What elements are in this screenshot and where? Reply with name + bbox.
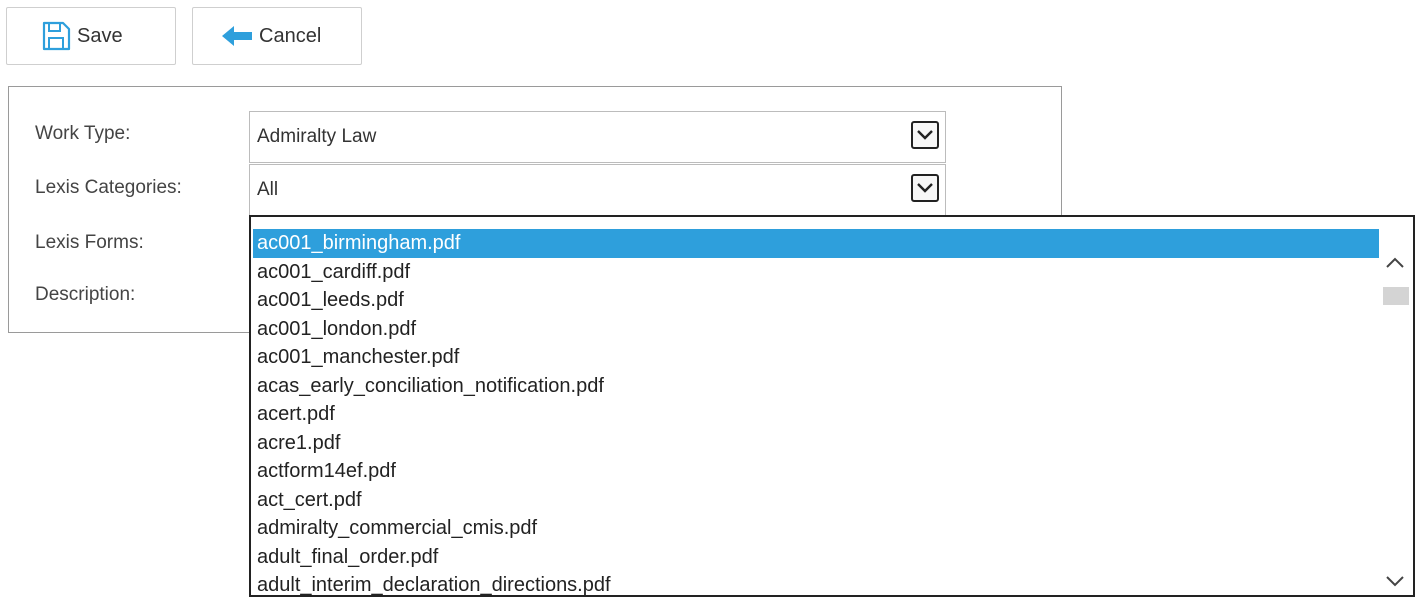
list-item[interactable]: ac001_manchester.pdf xyxy=(253,343,1379,372)
list-item[interactable]: actform14ef.pdf xyxy=(253,457,1379,486)
scroll-thumb[interactable] xyxy=(1383,287,1409,305)
chevron-down-icon[interactable] xyxy=(1385,571,1405,591)
list-item[interactable]: ac001_cardiff.pdf xyxy=(253,258,1379,287)
cancel-label: Cancel xyxy=(259,24,322,47)
list-item[interactable]: act_cert.pdf xyxy=(253,486,1379,515)
chevron-down-icon[interactable] xyxy=(911,121,939,149)
work-type-value: Admiralty Law xyxy=(257,126,377,147)
lexis-categories-label: Lexis Categories: xyxy=(35,177,182,198)
chevron-up-icon[interactable] xyxy=(1385,252,1405,272)
description-label: Description: xyxy=(35,284,136,305)
list-item[interactable]: ac001_birmingham.pdf xyxy=(253,229,1379,258)
list-item[interactable]: admiralty_commercial_cmis.pdf xyxy=(253,514,1379,543)
list-item[interactable]: acert.pdf xyxy=(253,400,1379,429)
list-item[interactable]: acre1.pdf xyxy=(253,429,1379,458)
list-item[interactable]: ac001_london.pdf xyxy=(253,315,1379,344)
scrollbar[interactable] xyxy=(1379,245,1411,595)
list-item[interactable]: acas_early_conciliation_notification.pdf xyxy=(253,372,1379,401)
lexis-categories-select[interactable]: All xyxy=(249,164,946,216)
work-type-label: Work Type: xyxy=(35,123,131,144)
lexis-forms-options: ac001_birmingham.pdf ac001_cardiff.pdf ac0… xyxy=(253,229,1379,595)
arrow-left-icon xyxy=(221,25,253,47)
lexis-categories-value: All xyxy=(257,179,279,200)
save-button[interactable]: Save xyxy=(6,7,176,65)
lexis-forms-dropdown[interactable]: ac001_birmingham.pdf ac001_cardiff.pdf ac0… xyxy=(249,215,1415,597)
cancel-button[interactable]: Cancel xyxy=(192,7,362,65)
list-item[interactable]: ac001_leeds.pdf xyxy=(253,286,1379,315)
list-item[interactable]: adult_interim_declaration_directions.pdf xyxy=(253,571,1379,595)
save-label: Save xyxy=(77,24,123,47)
work-type-select[interactable]: Admiralty Law xyxy=(249,111,946,163)
list-item[interactable]: adult_final_order.pdf xyxy=(253,543,1379,572)
floppy-disk-icon xyxy=(41,21,71,51)
chevron-down-icon[interactable] xyxy=(911,174,939,202)
lexis-forms-label: Lexis Forms: xyxy=(35,232,144,253)
